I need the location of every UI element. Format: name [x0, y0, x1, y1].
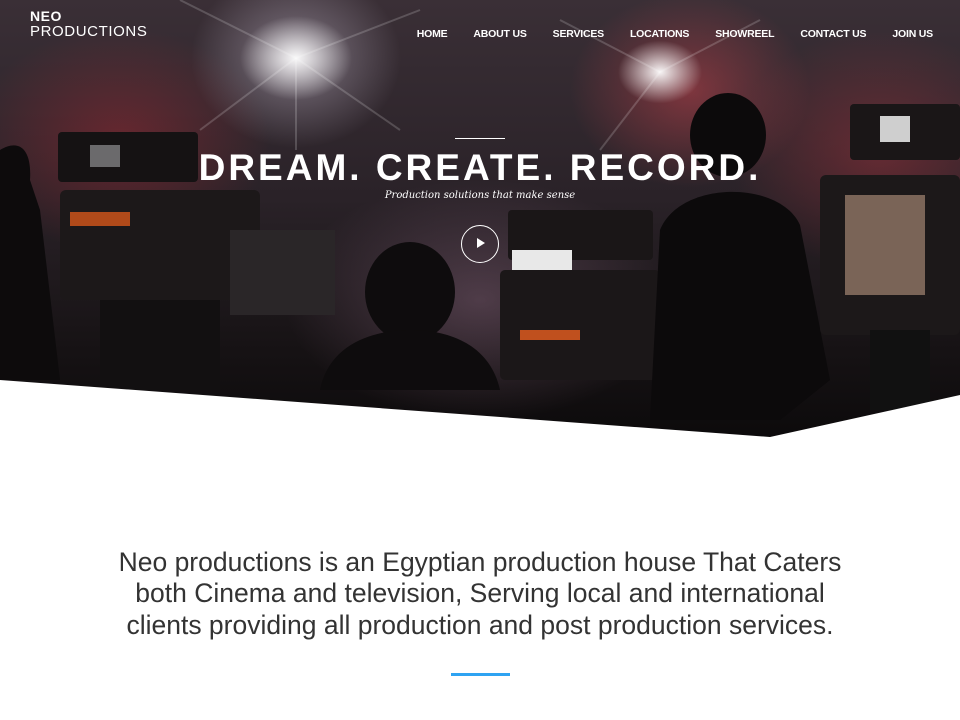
nav-item-showreel[interactable]: SHOWREEL — [715, 28, 774, 40]
nav-item-services[interactable]: SERVICES — [553, 28, 605, 40]
nav-item-home[interactable]: HOME — [417, 28, 448, 40]
play-button[interactable] — [461, 225, 499, 263]
main-nav: HOME ABOUT US SERVICES LOCATIONS SHOWREE… — [391, 28, 933, 40]
hero-title: DREAM. CREATE. RECORD. — [198, 147, 762, 188]
section-divider — [451, 673, 510, 676]
logo-bottom-text: PRODUCTIONS — [30, 23, 148, 40]
nav-item-locations[interactable]: LOCATIONS — [630, 28, 689, 40]
logo-top-text: NEO — [30, 8, 62, 24]
hero-divider — [455, 138, 505, 139]
play-icon — [477, 238, 485, 248]
nav-item-about-us[interactable]: ABOUT US — [473, 28, 526, 40]
intro-paragraph: Neo productions is an Egyptian productio… — [118, 546, 842, 640]
nav-item-join-us[interactable]: JOIN US — [892, 28, 933, 40]
hero-bottom-divider — [0, 380, 960, 440]
site-logo[interactable]: NEO PRODUCTIONS — [30, 9, 147, 39]
nav-item-contact-us[interactable]: CONTACT US — [800, 28, 866, 40]
hero-banner: NEO PRODUCTIONS HOME ABOUT US SERVICES L… — [0, 0, 960, 440]
hero-subtitle: Production solutions that make sense — [384, 190, 576, 201]
